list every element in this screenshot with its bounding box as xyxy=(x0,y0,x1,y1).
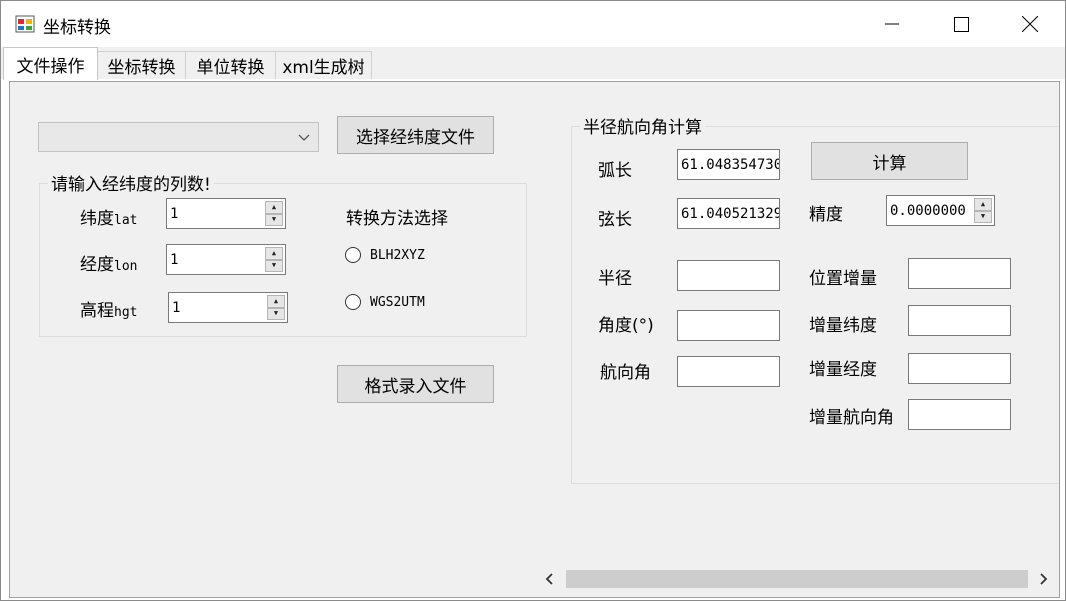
lat-inc-label: 增量纬度 xyxy=(809,316,877,336)
tab-coord-convert[interactable]: 坐标转换 xyxy=(97,51,186,79)
hgt-spinner[interactable]: ▲ ▼ xyxy=(267,295,285,320)
radius-label: 半径 xyxy=(598,269,632,289)
pos-inc-label: 位置增量 xyxy=(809,269,877,289)
radio-blh2xyz-label[interactable]: BLH2XYZ xyxy=(370,248,425,263)
spin-down-icon[interactable]: ▼ xyxy=(267,307,285,320)
file-combo[interactable] xyxy=(38,122,319,152)
heading-label: 航向角 xyxy=(600,363,651,383)
precision-spinner[interactable]: ▲ ▼ xyxy=(974,198,992,223)
tab-unit-convert[interactable]: 单位转换 xyxy=(185,51,276,79)
spin-down-icon[interactable]: ▼ xyxy=(265,213,283,226)
precision-label: 精度 xyxy=(809,205,843,225)
radio-wgs2utm-label[interactable]: WGS2UTM xyxy=(370,295,425,310)
lon-column-value: 1 xyxy=(170,251,179,268)
radius-heading-group-title: 半径航向角计算 xyxy=(580,113,705,138)
spin-up-icon[interactable]: ▲ xyxy=(267,295,285,308)
spin-down-icon[interactable]: ▼ xyxy=(974,210,992,223)
minimize-button[interactable] xyxy=(857,1,927,47)
lon-inc-label: 增量经度 xyxy=(809,360,877,380)
scrollbar-thumb[interactable] xyxy=(566,570,1028,588)
angle-label: 角度(°) xyxy=(598,316,654,336)
tab-strip: 文件操作 坐标转换 单位转换 xml生成树 xyxy=(1,47,1065,80)
lat-spinner[interactable]: ▲ ▼ xyxy=(265,201,283,226)
lon-spinner[interactable]: ▲ ▼ xyxy=(265,247,283,272)
hgt-column-input[interactable]: 1 ▲ ▼ xyxy=(168,292,288,323)
hgt-column-value: 1 xyxy=(172,299,181,316)
window-title: 坐标转换 xyxy=(43,18,111,38)
arc-length-value: 61.0483547303 xyxy=(681,156,780,173)
lon-column-input[interactable]: 1 ▲ ▼ xyxy=(166,244,286,275)
angle-output[interactable] xyxy=(677,310,780,341)
chevron-down-icon xyxy=(298,134,310,141)
lat-column-value: 1 xyxy=(170,205,179,222)
radio-wgs2utm[interactable] xyxy=(345,294,361,310)
spin-up-icon[interactable]: ▲ xyxy=(974,198,992,211)
lon-inc-output[interactable] xyxy=(908,353,1011,384)
tab-file-ops[interactable]: 文件操作 xyxy=(3,47,98,80)
spin-up-icon[interactable]: ▲ xyxy=(265,247,283,260)
maximize-icon xyxy=(953,16,969,32)
close-button[interactable] xyxy=(995,1,1065,47)
method-label: 转换方法选择 xyxy=(346,209,448,229)
scroll-right-icon[interactable] xyxy=(1039,573,1048,585)
radio-blh2xyz[interactable] xyxy=(345,247,361,263)
title-bar: 坐标转换 xyxy=(1,1,1065,47)
scroll-left-icon[interactable] xyxy=(545,573,554,585)
close-icon xyxy=(1022,16,1038,32)
heading-inc-label: 增量航向角 xyxy=(809,408,894,428)
chord-label: 弦长 xyxy=(598,210,632,230)
lat-inc-output[interactable] xyxy=(908,305,1011,336)
radius-output[interactable] xyxy=(677,260,780,291)
lat-label: 纬度lat xyxy=(80,209,138,229)
maximize-button[interactable] xyxy=(926,1,996,47)
chord-length-value: 61.0405213299 xyxy=(681,205,780,222)
hgt-label: 高程hgt xyxy=(80,301,138,321)
arc-length-input[interactable]: 61.0483547303 xyxy=(677,149,780,180)
tab-page-file-ops: 选择经纬度文件 请输入经纬度的列数! 纬度lat 1 ▲ ▼ 经度lon 1 ▲ ▼… xyxy=(9,81,1060,598)
tab-xml-tree[interactable]: xml生成树 xyxy=(275,51,372,79)
precision-input[interactable]: 0.0000000 ▲ ▼ xyxy=(886,195,995,226)
format-input-button[interactable]: 格式录入文件 xyxy=(337,365,494,403)
spin-up-icon[interactable]: ▲ xyxy=(265,201,283,214)
arc-label: 弧长 xyxy=(598,161,632,181)
select-file-button[interactable]: 选择经纬度文件 xyxy=(337,116,494,154)
minimize-icon xyxy=(885,23,899,25)
heading-inc-output[interactable] xyxy=(908,399,1011,430)
precision-value: 0.0000000 xyxy=(890,202,966,219)
compute-button[interactable]: 计算 xyxy=(811,142,968,180)
main-window: 坐标转换 文件操作 坐标转换 单位转换 xml生成树 选择经纬度文件 请输入经纬… xyxy=(0,0,1066,601)
lat-column-input[interactable]: 1 ▲ ▼ xyxy=(166,198,286,229)
heading-output[interactable] xyxy=(677,356,780,387)
app-icon xyxy=(15,15,35,33)
horizontal-scrollbar[interactable] xyxy=(539,566,1057,592)
spin-down-icon[interactable]: ▼ xyxy=(265,259,283,272)
column-group-title: 请输入经纬度的列数! xyxy=(48,170,214,195)
lon-label: 经度lon xyxy=(80,255,138,275)
pos-inc-output[interactable] xyxy=(908,258,1011,289)
chord-length-input[interactable]: 61.0405213299 xyxy=(677,198,780,229)
